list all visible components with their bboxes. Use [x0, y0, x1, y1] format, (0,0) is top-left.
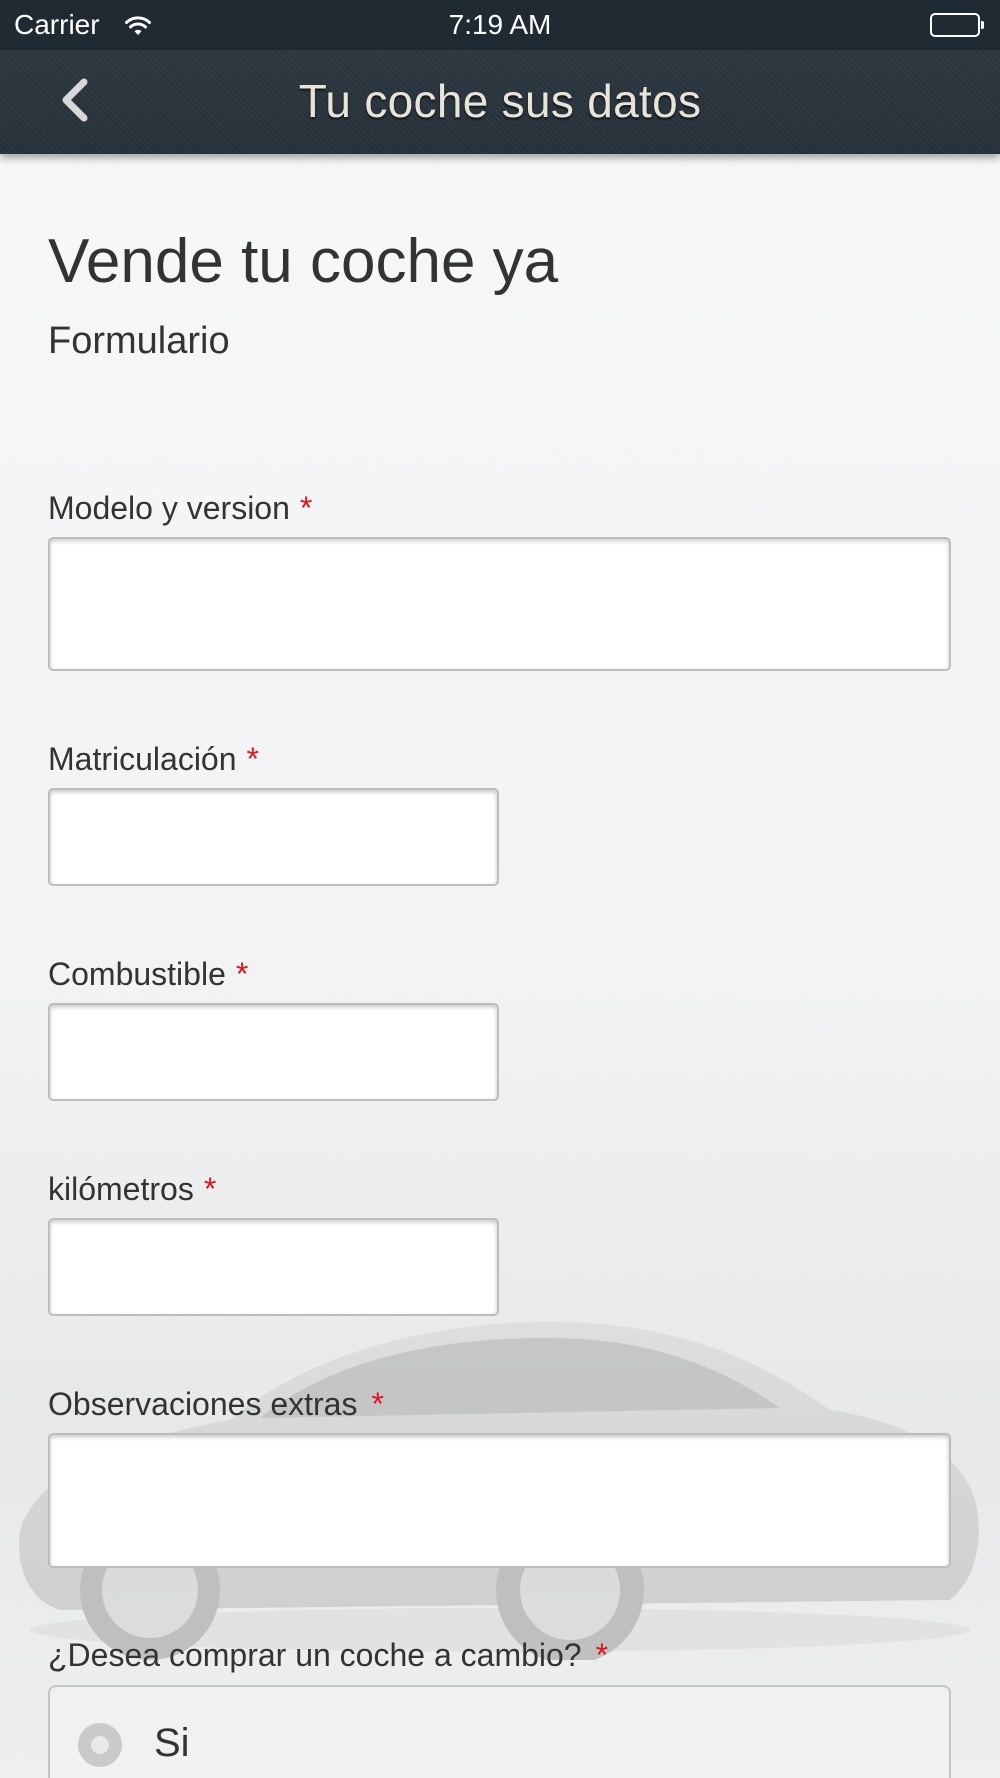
field-label-text: Matriculación: [48, 741, 237, 777]
field-label-combustible: Combustible *: [48, 956, 248, 993]
required-marker: *: [203, 1171, 217, 1207]
radio-button-icon[interactable]: [78, 1723, 122, 1767]
required-marker: *: [246, 741, 259, 777]
radio-option-label: Si: [154, 1721, 190, 1765]
modelo-version-input[interactable]: [48, 537, 951, 671]
question-label: ¿Desea comprar un coche a cambio? *: [48, 1637, 608, 1674]
kilometros-input[interactable]: [48, 1218, 499, 1316]
field-label-matriculacion: Matriculación *: [48, 741, 259, 778]
field-label-text: kilómetros: [48, 1171, 194, 1207]
field-label-text: Observaciones extras: [48, 1386, 358, 1422]
field-label-text: Modelo y version: [48, 490, 290, 526]
required-marker: *: [299, 490, 313, 526]
question-label-text: ¿Desea comprar un coche a cambio?: [48, 1637, 582, 1673]
nav-title: Tu coche sus datos: [298, 75, 702, 127]
page-subtitle: Formulario: [48, 320, 230, 362]
status-time: 7:19 AM: [448, 9, 552, 40]
required-marker: *: [371, 1386, 384, 1422]
required-marker: *: [235, 956, 249, 992]
field-label-observaciones: Observaciones extras *: [48, 1386, 384, 1423]
field-label-kilometros: kilómetros *: [48, 1171, 216, 1208]
battery-icon: [930, 13, 984, 37]
field-label-modelo: Modelo y version *: [48, 490, 312, 527]
required-marker: *: [595, 1637, 609, 1673]
radio-group: Si: [48, 1685, 951, 1778]
field-label-text: Combustible: [48, 956, 226, 992]
matriculacion-input[interactable]: [48, 788, 499, 886]
page-title: Vende tu coche ya: [48, 227, 559, 296]
radio-option-si[interactable]: Si: [50, 1687, 949, 1778]
observaciones-textarea[interactable]: [48, 1433, 951, 1568]
status-bar: Carrier 7:19 AM: [0, 0, 1000, 50]
combustible-input[interactable]: [48, 1003, 499, 1101]
navigation-bar: Tu coche sus datos: [0, 50, 1000, 154]
